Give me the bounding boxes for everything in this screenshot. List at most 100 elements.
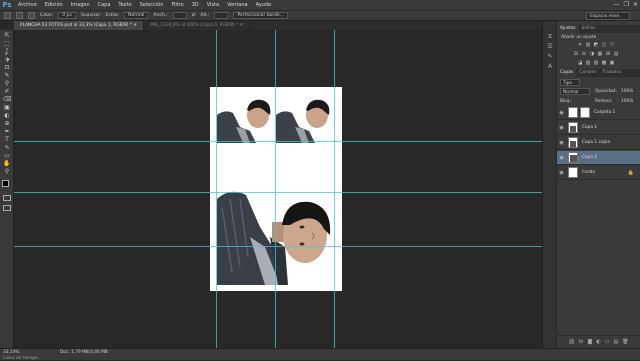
gradient-tool-icon[interactable]: ⊕	[3, 121, 11, 127]
black-white-icon[interactable]: ◑	[589, 51, 595, 57]
history-panel-icon[interactable]: ⧖	[546, 33, 554, 40]
menu-imagen[interactable]: Imagen	[67, 0, 94, 10]
properties-panel-icon[interactable]: ☰	[546, 43, 554, 50]
width-input[interactable]	[172, 12, 187, 19]
guide-horizontal[interactable]	[14, 192, 542, 193]
restore-button[interactable]: ❐	[624, 0, 629, 10]
menu-ayuda[interactable]: Ayuda	[252, 0, 275, 10]
add-mask-icon[interactable]: ◙	[588, 339, 593, 345]
canvas-area[interactable]	[14, 30, 542, 348]
character-panel-icon[interactable]: A	[546, 63, 554, 70]
menu-filtro[interactable]: Filtro	[167, 0, 187, 10]
curves-icon[interactable]: ◩	[593, 42, 599, 48]
posterize-icon[interactable]: ▧	[585, 60, 591, 66]
tab-trazados[interactable]: Trazados	[599, 69, 624, 77]
eyedropper-tool-icon[interactable]: ✎	[3, 73, 11, 79]
hand-tool-icon[interactable]: ✋	[3, 161, 11, 167]
path-select-tool-icon[interactable]: ⇖	[3, 145, 11, 151]
add-selection-icon[interactable]	[28, 12, 35, 19]
layer-row[interactable]: ◉ Fondo 🔒	[557, 166, 640, 180]
menu-3d[interactable]: 3D	[188, 0, 203, 10]
brightness-icon[interactable]: ☀	[577, 42, 583, 48]
hue-saturation-icon[interactable]: ⊟	[573, 51, 579, 57]
quick-mask-icon[interactable]	[3, 195, 11, 201]
threshold-icon[interactable]: ▨	[593, 60, 599, 66]
guide-vertical[interactable]	[275, 30, 276, 348]
guide-vertical[interactable]	[334, 30, 335, 348]
brush-tool-icon[interactable]: ✐	[3, 89, 11, 95]
color-lookup-icon[interactable]: ▤	[613, 51, 619, 57]
healing-tool-icon[interactable]: ⚲	[3, 81, 11, 87]
visibility-eye-icon[interactable]: ◉	[557, 110, 566, 116]
lasso-tool-icon[interactable]: ʆ	[3, 49, 11, 55]
guide-horizontal[interactable]	[14, 141, 542, 142]
link-layers-icon[interactable]: ⛓	[568, 339, 574, 345]
eraser-tool-icon[interactable]: ⌫	[3, 97, 11, 103]
menu-edicion[interactable]: Edición	[41, 0, 67, 10]
photo-filter-icon[interactable]: ▦	[597, 51, 603, 57]
refine-edge-button[interactable]: Perfeccionar borde...	[233, 12, 289, 19]
layer-row[interactable]: ◉ Capa 1 copia	[557, 136, 640, 150]
pen-tool-icon[interactable]: ✒	[3, 129, 11, 135]
stamp-tool-icon[interactable]: ▣	[3, 105, 11, 111]
menu-vista[interactable]: Vista	[203, 0, 223, 10]
guide-horizontal[interactable]	[14, 246, 542, 247]
tab-plancha[interactable]: PLANCHA 03 FOTOS.psd al 33,3% (Capa 1, R…	[14, 21, 144, 30]
color-balance-icon[interactable]: ⚖	[581, 51, 587, 57]
antialias-checkbox[interactable]: Suavizar	[81, 13, 100, 18]
marquee-tool-icon[interactable]	[4, 12, 11, 19]
vibrance-icon[interactable]: ▽	[609, 42, 615, 48]
menu-capa[interactable]: Capa	[94, 0, 115, 10]
channel-mixer-icon[interactable]: ⊞	[605, 51, 611, 57]
tab-img[interactable]: IMG_1234.JPG al 100% (Capa 0, RGB/8) * ✕	[144, 21, 251, 30]
tab-close-icon[interactable]: ✕	[240, 23, 244, 28]
delete-layer-icon[interactable]: 🗑	[622, 339, 628, 345]
marquee-tool-icon[interactable]: ⬚	[3, 41, 11, 47]
quick-select-tool-icon[interactable]: ⬗	[3, 57, 11, 63]
timeline-tab[interactable]: Línea de tiempo	[3, 356, 38, 361]
menu-archivo[interactable]: Archivo	[14, 0, 41, 10]
menu-seleccion[interactable]: Selección	[136, 0, 168, 10]
minimize-button[interactable]: —	[614, 0, 620, 10]
style-select[interactable]: Normal	[124, 12, 149, 19]
close-button[interactable]: ✕	[633, 0, 638, 10]
opacity-input[interactable]: 100%	[621, 89, 633, 94]
layer-row[interactable]: ◉ Capa 1	[557, 121, 640, 135]
menu-texto[interactable]: Texto	[114, 0, 135, 10]
visibility-eye-icon[interactable]: ◉	[557, 140, 566, 146]
gradient-map-icon[interactable]: ▩	[601, 60, 607, 66]
tab-capas[interactable]: Capas	[557, 69, 577, 77]
tab-canales[interactable]: Canales	[576, 69, 599, 77]
feather-input[interactable]: 0 px	[58, 12, 77, 19]
new-layer-icon[interactable]: ▤	[613, 339, 618, 345]
zoom-tool-icon[interactable]: ⚲	[3, 169, 11, 175]
tab-close-icon[interactable]: ✕	[133, 23, 137, 28]
exposure-icon[interactable]: ◫	[601, 42, 607, 48]
levels-icon[interactable]: ▥	[585, 42, 591, 48]
height-input[interactable]	[214, 12, 229, 19]
layer-style-icon[interactable]: fx	[579, 339, 584, 345]
guide-vertical[interactable]	[216, 30, 217, 348]
layer-row-selected[interactable]: ◉ Capa 2	[557, 151, 640, 165]
visibility-eye-icon[interactable]: ◉	[557, 125, 566, 131]
shape-tool-icon[interactable]: ▭	[3, 153, 11, 159]
workspace-select[interactable]: Espacio esen.	[586, 12, 630, 20]
brush-panel-icon[interactable]: ✎	[546, 53, 554, 60]
visibility-eye-icon[interactable]: ◉	[557, 155, 566, 161]
invert-icon[interactable]: ◪	[577, 60, 583, 66]
menu-ventana[interactable]: Ventana	[223, 0, 252, 10]
history-brush-tool-icon[interactable]: ◐	[3, 113, 11, 119]
type-tool-icon[interactable]: T	[3, 137, 11, 143]
foreground-color-swatch[interactable]	[2, 180, 9, 187]
tab-estilos[interactable]: Estilos	[579, 25, 599, 33]
swap-icon[interactable]: ⇄	[192, 13, 196, 18]
layer-kind-filter[interactable]: Tipo	[560, 79, 580, 86]
fill-input[interactable]: 100%	[621, 99, 633, 104]
new-adjustment-icon[interactable]: ◐	[596, 339, 600, 345]
layer-row[interactable]: ◉ Carpeta 1	[557, 106, 640, 120]
new-group-icon[interactable]: ▭	[605, 339, 610, 345]
document-canvas[interactable]	[210, 87, 342, 291]
zoom-level[interactable]: 33,33%	[3, 350, 19, 355]
tab-ajustes[interactable]: Ajustes	[557, 25, 579, 33]
new-selection-icon[interactable]	[16, 12, 23, 19]
